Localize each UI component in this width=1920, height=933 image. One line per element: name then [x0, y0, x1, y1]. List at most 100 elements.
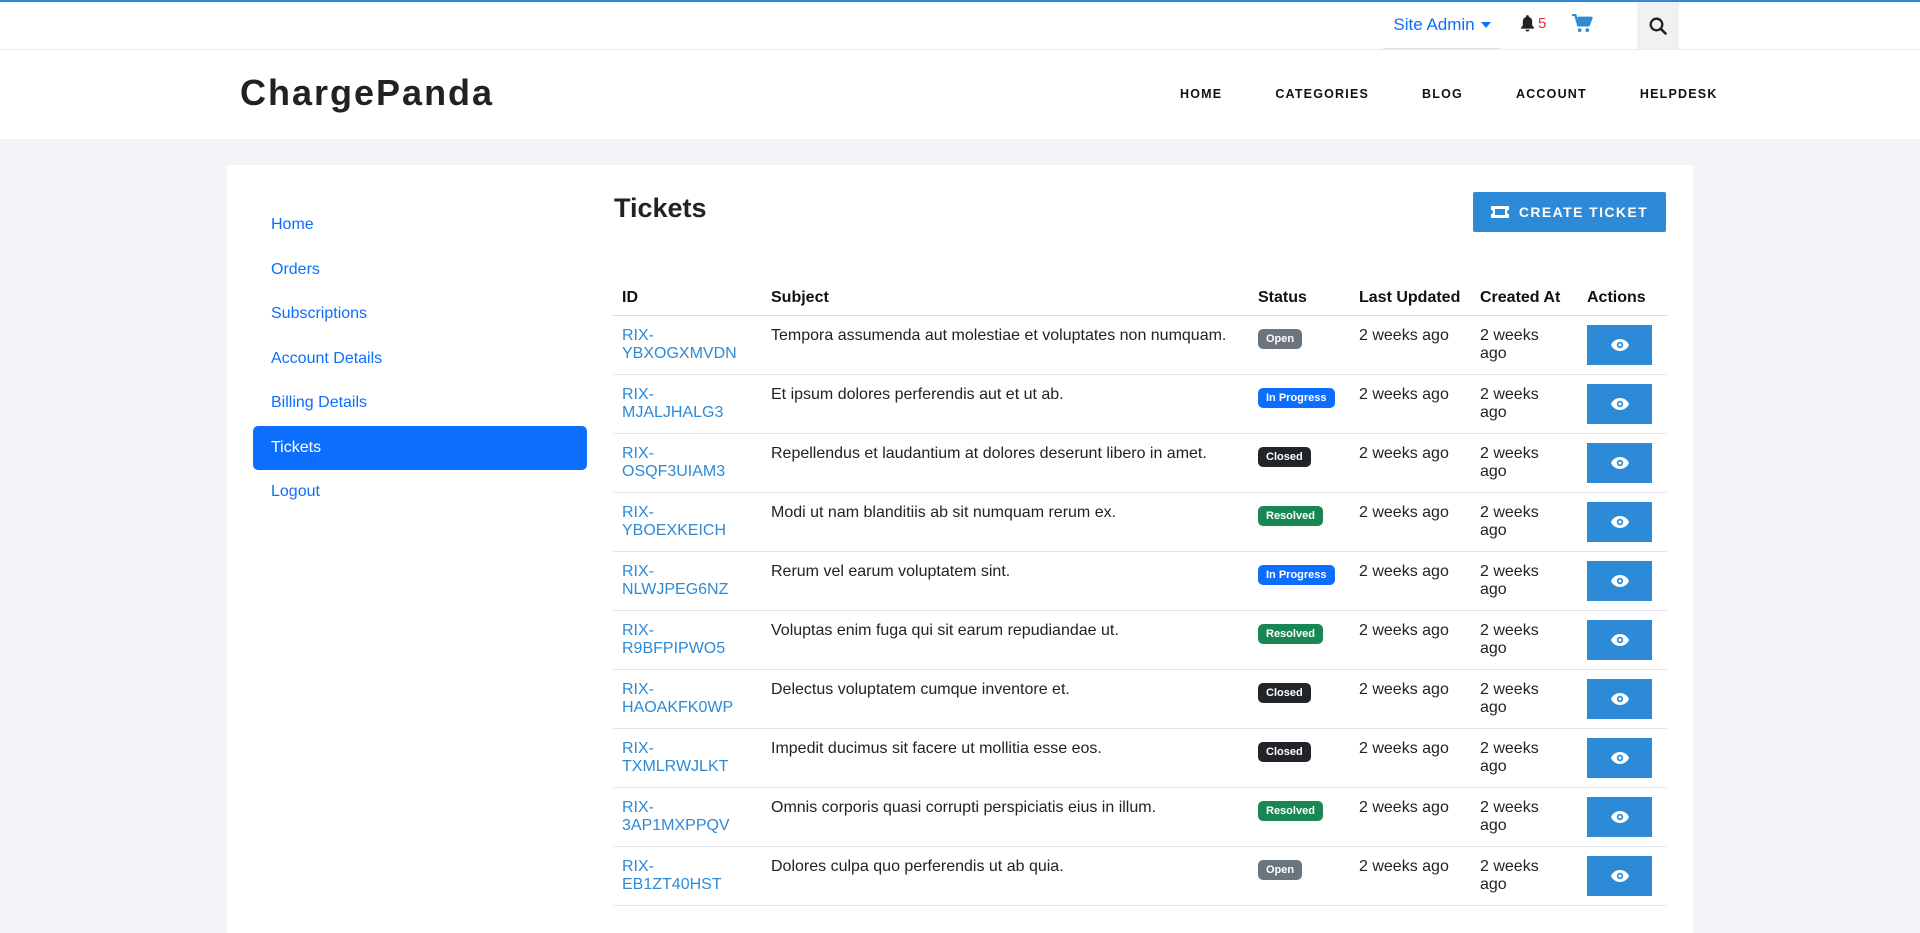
ticket-created-at: 2 weeks ago [1471, 669, 1578, 729]
ticket-last-updated: 2 weeks ago [1350, 669, 1471, 729]
ticket-status-cell: Open [1249, 846, 1350, 906]
ticket-id-link[interactable]: RIX-NLWJPEG6NZ [622, 563, 728, 598]
ticket-created-at: 2 weeks ago [1471, 846, 1578, 906]
view-ticket-button[interactable] [1587, 678, 1652, 719]
ticket-created-at: 2 weeks ago [1471, 433, 1578, 493]
view-ticket-button[interactable] [1587, 855, 1652, 896]
ticket-created-at: 2 weeks ago [1471, 492, 1578, 552]
ticket-id-cell: RIX-YBXOGXMVDN [613, 315, 762, 375]
ticket-subject: Et ipsum dolores perferendis aut et ut a… [762, 374, 1249, 434]
ticket-icon [1490, 206, 1509, 218]
table-row: RIX-MJALJHALG3 Et ipsum dolores perferend… [613, 374, 1667, 434]
user-menu-dropdown[interactable]: Site Admin [1383, 2, 1501, 49]
status-badge: In Progress [1258, 387, 1335, 408]
ticket-status-cell: Resolved [1249, 610, 1350, 670]
nav-account[interactable]: ACCOUNT [1516, 87, 1587, 101]
sidebar-item-account-details[interactable]: Account Details [253, 337, 587, 382]
ticket-id-link[interactable]: RIX-OSQF3UIAM3 [622, 445, 725, 480]
table-row: RIX-NLWJPEG6NZ Rerum vel earum voluptatem… [613, 551, 1667, 611]
ticket-actions-cell [1578, 787, 1667, 847]
ticket-actions-cell [1578, 728, 1667, 788]
sidebar-item-subscriptions[interactable]: Subscriptions [253, 292, 587, 337]
ticket-id-link[interactable]: RIX-YBXOGXMVDN [622, 327, 737, 362]
ticket-subject: Modi ut nam blanditiis ab sit numquam re… [762, 492, 1249, 552]
column-header-created-at[interactable]: Created At [1471, 281, 1578, 316]
create-ticket-label: CREATE TICKET [1518, 204, 1649, 220]
column-header-status[interactable]: Status [1249, 281, 1350, 316]
ticket-id-link[interactable]: RIX-TXMLRWJLKT [622, 740, 728, 775]
bell-icon [1520, 15, 1535, 32]
eye-icon [1610, 869, 1629, 882]
ticket-last-updated: 2 weeks ago [1350, 846, 1471, 906]
status-badge: Open [1258, 328, 1303, 349]
ticket-created-at: 2 weeks ago [1471, 787, 1578, 847]
nav-home[interactable]: HOME [1180, 87, 1222, 101]
view-ticket-button[interactable] [1587, 501, 1652, 542]
ticket-subject: Impedit ducimus sit facere ut mollitia e… [762, 728, 1249, 788]
ticket-subject: Rerum vel earum voluptatem sint. [762, 551, 1249, 611]
ticket-last-updated: 2 weeks ago [1350, 787, 1471, 847]
ticket-status-cell: Closed [1249, 669, 1350, 729]
column-header-last-updated[interactable]: Last Updated [1350, 281, 1471, 316]
ticket-subject: Omnis corporis quasi corrupti perspiciat… [762, 787, 1249, 847]
ticket-actions-cell [1578, 492, 1667, 552]
ticket-id-cell: RIX-NLWJPEG6NZ [613, 551, 762, 611]
status-badge: In Progress [1258, 564, 1335, 585]
ticket-id-link[interactable]: RIX-YBOEXKEICH [622, 504, 726, 539]
create-ticket-button[interactable]: CREATE TICKET [1473, 192, 1666, 232]
eye-icon [1610, 810, 1629, 823]
nav-blog[interactable]: BLOG [1422, 87, 1463, 101]
site-logo[interactable]: ChargePanda [240, 72, 494, 114]
sidebar-item-billing-details[interactable]: Billing Details [253, 381, 587, 426]
content-card: Home Orders Subscriptions Account Detail… [227, 165, 1693, 933]
ticket-id-link[interactable]: RIX-MJALJHALG3 [622, 386, 723, 421]
nav-helpdesk[interactable]: HELPDESK [1640, 87, 1718, 101]
sidebar-item-orders[interactable]: Orders [253, 248, 587, 293]
ticket-id-link[interactable]: RIX-EB1ZT40HST [622, 858, 722, 893]
status-badge: Closed [1258, 446, 1311, 467]
view-ticket-button[interactable] [1587, 383, 1652, 424]
eye-icon [1610, 751, 1629, 764]
status-badge: Closed [1258, 682, 1311, 703]
ticket-created-at: 2 weeks ago [1471, 610, 1578, 670]
notifications-button[interactable]: 5 [1520, 15, 1546, 32]
top-bar: Site Admin 5 [0, 2, 1920, 50]
status-badge: Resolved [1258, 505, 1323, 526]
ticket-id-cell: RIX-EB1ZT40HST [613, 846, 762, 906]
ticket-actions-cell [1578, 610, 1667, 670]
view-ticket-button[interactable] [1587, 560, 1652, 601]
column-header-id[interactable]: ID [613, 281, 762, 316]
ticket-status-cell: Resolved [1249, 787, 1350, 847]
ticket-last-updated: 2 weeks ago [1350, 374, 1471, 434]
view-ticket-button[interactable] [1587, 324, 1652, 365]
status-badge: Resolved [1258, 623, 1323, 644]
cart-button[interactable] [1572, 13, 1593, 38]
ticket-created-at: 2 weeks ago [1471, 551, 1578, 611]
nav-categories[interactable]: CATEGORIES [1275, 87, 1369, 101]
sidebar-item-home[interactable]: Home [253, 203, 587, 248]
account-sidebar: Home Orders Subscriptions Account Detail… [253, 203, 587, 515]
column-header-subject[interactable]: Subject [762, 281, 1249, 316]
ticket-last-updated: 2 weeks ago [1350, 492, 1471, 552]
ticket-last-updated: 2 weeks ago [1350, 551, 1471, 611]
ticket-id-link[interactable]: RIX-3AP1MXPPQV [622, 799, 730, 834]
ticket-id-cell: RIX-TXMLRWJLKT [613, 728, 762, 788]
view-ticket-button[interactable] [1587, 619, 1652, 660]
table-header-row: ID Subject Status Last Updated Created A… [613, 281, 1667, 316]
sidebar-item-tickets[interactable]: Tickets [253, 425, 587, 470]
eye-icon [1610, 338, 1629, 351]
ticket-actions-cell [1578, 551, 1667, 611]
sidebar-item-logout[interactable]: Logout [253, 470, 587, 515]
ticket-id-link[interactable]: RIX-HAOAKFK0WP [622, 681, 733, 716]
eye-icon [1610, 692, 1629, 705]
view-ticket-button[interactable] [1587, 442, 1652, 483]
status-badge: Closed [1258, 741, 1311, 762]
ticket-id-link[interactable]: RIX-R9BFPIPWO5 [622, 622, 725, 657]
search-button[interactable] [1637, 2, 1679, 49]
ticket-subject: Repellendus et laudantium at dolores des… [762, 433, 1249, 493]
ticket-status-cell: In Progress [1249, 374, 1350, 434]
view-ticket-button[interactable] [1587, 796, 1652, 837]
table-row: RIX-EB1ZT40HST Dolores culpa quo perferen… [613, 846, 1667, 906]
view-ticket-button[interactable] [1587, 737, 1652, 778]
ticket-last-updated: 2 weeks ago [1350, 315, 1471, 375]
